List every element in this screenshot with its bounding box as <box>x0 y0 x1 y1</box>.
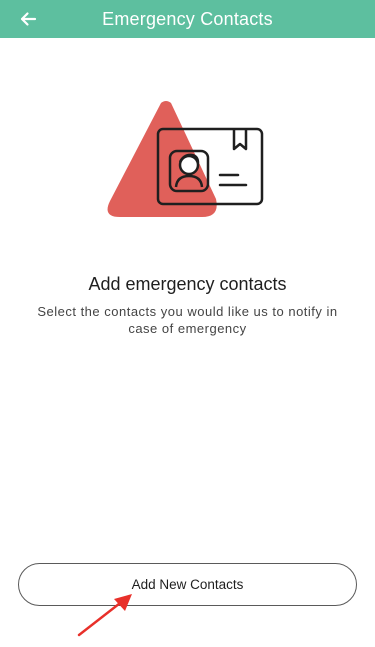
section-description: Select the contacts you would like us to… <box>37 304 338 336</box>
add-new-contacts-button[interactable]: Add New Contacts <box>18 563 357 606</box>
page-title: Emergency Contacts <box>102 8 273 29</box>
top-bar: Emergency Contacts <box>0 0 375 38</box>
contact-card-icon <box>107 101 264 217</box>
back-button[interactable] <box>12 4 44 34</box>
emergency-contacts-screen: Emergency Contacts Add emergency contact… <box>0 0 375 647</box>
section-heading: Add emergency contacts <box>88 274 287 294</box>
arrow-left-icon <box>20 12 37 26</box>
